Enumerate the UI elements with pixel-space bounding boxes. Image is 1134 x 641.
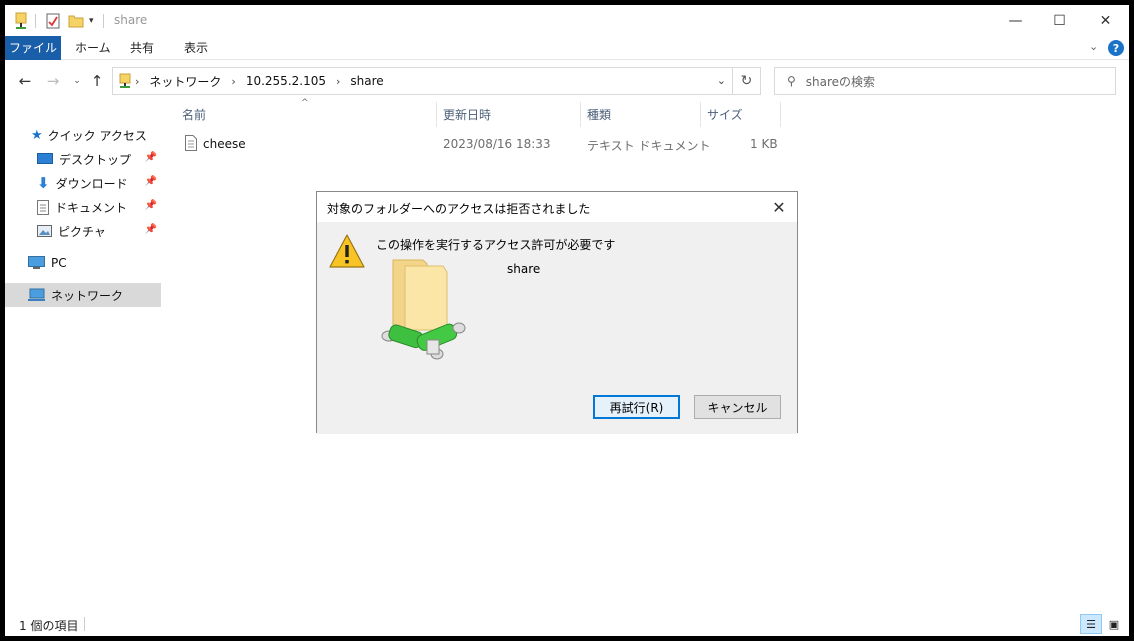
file-type: テキスト ドキュメント	[587, 139, 711, 153]
dialog-close-button[interactable]: ✕	[769, 197, 789, 217]
search-icon: ⚲	[787, 74, 796, 88]
dialog-folder-name: share	[507, 262, 541, 276]
breadcrumb-separator[interactable]: ›	[135, 75, 139, 88]
file-size: 1 KB	[750, 137, 778, 151]
network-icon	[28, 288, 45, 302]
warning-icon	[328, 233, 366, 269]
status-bar: 1 個の項目 ☰ ▣	[5, 613, 1129, 636]
pin-icon[interactable]: 📌	[145, 152, 157, 163]
dialog-title-bar: 対象のフォルダーへのアクセスは拒否されました ✕	[317, 192, 797, 222]
details-view-icon[interactable]: ☰	[1080, 614, 1102, 634]
recent-locations-icon[interactable]: ⌄	[67, 71, 87, 91]
sidebar-item-label: クイック アクセス	[47, 128, 147, 143]
maximize-button[interactable]: ☐	[1037, 5, 1082, 36]
sidebar-item-pictures[interactable]: ピクチャ 📌	[5, 219, 161, 243]
forward-button[interactable]: →	[43, 71, 63, 91]
sidebar-item-label: ドキュメント	[55, 200, 128, 215]
network-location-icon	[119, 73, 131, 89]
breadcrumb-network[interactable]: ネットワーク	[149, 73, 221, 90]
document-icon	[37, 199, 49, 215]
pc-icon	[28, 256, 45, 270]
tab-view[interactable]: 表示	[173, 36, 219, 60]
desktop-icon	[37, 153, 53, 165]
large-icons-view-icon[interactable]: ▣	[1104, 614, 1124, 634]
sidebar-item-label: ネットワーク	[51, 288, 124, 303]
sidebar-item-pc[interactable]: PC	[5, 251, 161, 275]
pin-icon[interactable]: 📌	[145, 176, 157, 187]
customize-toolbar-icon[interactable]: ▾	[89, 11, 94, 31]
column-header-name[interactable]: 名前	[176, 102, 437, 127]
close-button[interactable]: ✕	[1083, 5, 1128, 36]
cancel-button[interactable]: キャンセル	[694, 395, 781, 419]
sidebar-item-quick-access[interactable]: ★ クイック アクセス	[5, 123, 161, 147]
sidebar-item-label: ダウンロード	[55, 176, 128, 191]
window-title: share	[114, 13, 148, 27]
network-folder-icon	[14, 11, 28, 31]
breadcrumb-share[interactable]: share	[350, 74, 383, 88]
new-folder-icon[interactable]	[68, 11, 84, 31]
item-count: 1 個の項目	[19, 619, 79, 633]
sidebar-item-label: デスクトップ	[59, 152, 132, 167]
breadcrumb-host[interactable]: 10.255.2.105	[246, 74, 326, 88]
dialog-message: この操作を実行するアクセス許可が必要です	[376, 238, 616, 252]
dialog-body: この操作を実行するアクセス許可が必要です share 再試行(R) キャンセル	[317, 222, 797, 434]
properties-icon[interactable]	[46, 11, 60, 31]
retry-button[interactable]: 再試行(R)	[593, 395, 680, 419]
column-header-modified[interactable]: 更新日時	[437, 102, 581, 127]
sidebar-item-downloads[interactable]: ⬇ ダウンロード 📌	[5, 171, 161, 195]
search-placeholder: shareの検索	[805, 74, 876, 89]
expand-ribbon-icon[interactable]: ⌄	[1089, 40, 1098, 53]
sidebar-item-label: ピクチャ	[58, 224, 106, 239]
breadcrumb-separator[interactable]: ›	[336, 75, 340, 88]
search-input[interactable]: ⚲ shareの検索	[774, 67, 1116, 95]
sidebar-item-label: PC	[51, 256, 67, 270]
ribbon-tabs: ファイル ホーム 共有 表示 ⌄ ?	[5, 36, 1129, 60]
refresh-button[interactable]: ↻	[733, 67, 761, 95]
navigation-bar: ← → ⌄ ↑ › ネットワーク › 10.255.2.105 › share …	[5, 65, 1129, 97]
title-bar: ▾ share — ☐ ✕	[5, 5, 1129, 36]
minimize-button[interactable]: —	[993, 5, 1038, 36]
sidebar-item-network[interactable]: ネットワーク	[5, 283, 161, 307]
address-dropdown-icon[interactable]: ⌄	[717, 74, 726, 87]
pin-icon[interactable]: 📌	[145, 200, 157, 211]
text-file-icon	[185, 135, 197, 151]
breadcrumb-separator[interactable]: ›	[231, 75, 235, 88]
explorer-window: ▾ share — ☐ ✕ ファイル ホーム 共有 表示 ⌄ ? ← → ⌄ ↑…	[5, 5, 1129, 636]
up-button[interactable]: ↑	[87, 71, 107, 91]
shared-folder-icon	[375, 258, 475, 368]
pin-icon[interactable]: 📌	[145, 224, 157, 235]
sidebar-item-desktop[interactable]: デスクトップ 📌	[5, 147, 161, 171]
tab-share[interactable]: 共有	[119, 36, 165, 60]
file-modified: 2023/08/16 18:33	[443, 137, 551, 151]
access-denied-dialog: 対象のフォルダーへのアクセスは拒否されました ✕ この操作を実行するアクセス許可…	[316, 191, 798, 434]
column-header-type[interactable]: 種類	[581, 102, 701, 127]
column-header-size[interactable]: サイズ	[701, 102, 781, 127]
back-button[interactable]: ←	[15, 71, 35, 91]
tab-file[interactable]: ファイル	[5, 36, 61, 60]
dialog-title: 対象のフォルダーへのアクセスは拒否されました	[327, 202, 591, 216]
star-icon: ★	[31, 127, 43, 143]
download-icon: ⬇	[37, 174, 50, 192]
help-icon[interactable]: ?	[1108, 40, 1124, 56]
file-row[interactable]: cheese 2023/08/16 18:33 テキスト ドキュメント 1 KB	[180, 133, 780, 155]
tab-home[interactable]: ホーム	[64, 36, 122, 60]
navigation-pane: ★ クイック アクセス デスクトップ 📌 ⬇ ダウンロード 📌 ドキュメント 📌…	[5, 100, 161, 600]
address-bar[interactable]: › ネットワーク › 10.255.2.105 › share ⌄	[112, 67, 733, 95]
sidebar-item-documents[interactable]: ドキュメント 📌	[5, 195, 161, 219]
picture-icon	[37, 225, 52, 237]
file-name[interactable]: cheese	[203, 137, 246, 151]
